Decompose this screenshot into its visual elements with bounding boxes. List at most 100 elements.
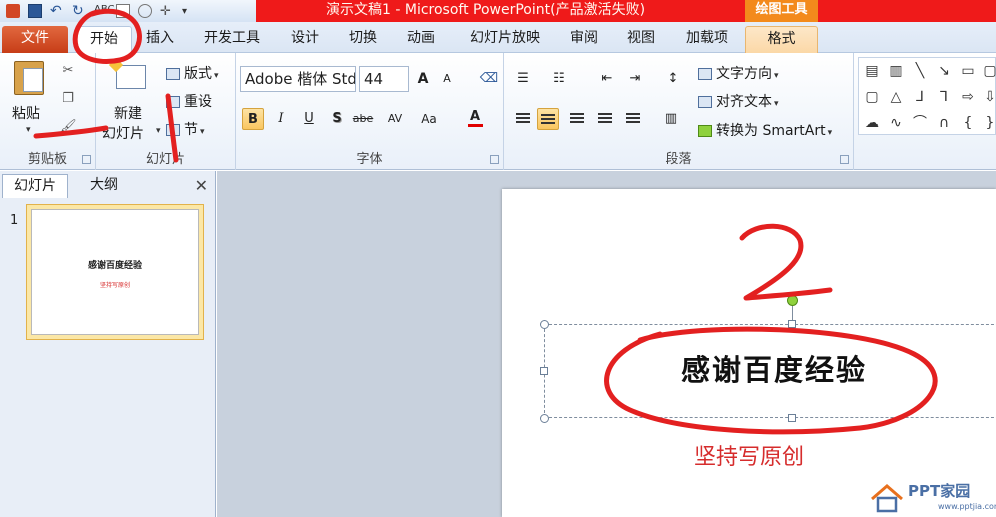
tab-outline-view[interactable]: 大纲 xyxy=(72,174,136,198)
print-preview-icon[interactable] xyxy=(116,4,130,18)
font-launcher-icon[interactable] xyxy=(490,155,499,164)
resize-handle-top-left[interactable] xyxy=(540,320,549,329)
arrow-line-shape-icon[interactable]: ↘ xyxy=(935,62,953,80)
tab-developer[interactable]: 开发工具 xyxy=(193,26,271,53)
numbering-icon[interactable]: ☷ xyxy=(548,68,570,90)
strikethrough-button[interactable]: abe xyxy=(352,108,374,130)
bold-button[interactable]: B xyxy=(242,108,264,130)
tab-home[interactable]: 开始 xyxy=(76,26,132,53)
cloud-shape-icon[interactable]: ☁ xyxy=(863,114,881,132)
paste-icon[interactable] xyxy=(14,61,44,95)
arc-shape-icon[interactable]: ⌒ xyxy=(911,114,929,132)
paste-dropdown-icon[interactable]: ▾ xyxy=(26,125,31,135)
right-arrow-shape-icon[interactable]: ⇨ xyxy=(959,88,977,106)
new-slide-icon[interactable] xyxy=(116,65,146,89)
resize-handle-bottom[interactable] xyxy=(788,414,796,422)
elbow-connector-2-shape-icon[interactable]: ⅂ xyxy=(935,88,953,106)
change-case-button[interactable]: Aa xyxy=(418,108,440,130)
curve-shape-icon[interactable]: ∩ xyxy=(935,114,953,132)
decrease-indent-icon[interactable]: ⇤ xyxy=(596,68,618,90)
customize-qat-icon[interactable]: ▾ xyxy=(182,6,187,17)
copy-icon[interactable]: ❐ xyxy=(60,91,76,107)
tab-file[interactable]: 文件 xyxy=(2,26,68,53)
slide-thumbnail[interactable]: 感谢百度经验 坚持写原创 xyxy=(31,209,199,335)
powerpoint-logo-icon[interactable] xyxy=(6,4,20,18)
title-bar: ↶ ↻ ABC ✛ ▾ 演示文稿1 - Microsoft PowerPoint… xyxy=(0,0,996,22)
down-arrow-shape-icon[interactable]: ⇩ xyxy=(981,88,996,106)
undo-icon[interactable]: ↶ xyxy=(50,4,64,18)
section-button[interactable]: 节 ▾ xyxy=(166,119,205,139)
paste-button[interactable]: 粘贴 xyxy=(12,103,40,123)
align-left-icon[interactable] xyxy=(512,108,534,130)
tab-view[interactable]: 视图 xyxy=(618,26,664,53)
textbox-shape-icon[interactable]: ▤ xyxy=(863,62,881,80)
circle-tool-icon[interactable] xyxy=(138,4,152,18)
shadow-button[interactable]: S xyxy=(326,108,348,130)
char-spacing-button[interactable]: AV xyxy=(384,108,406,130)
title-selection-box[interactable] xyxy=(544,324,996,418)
thumbnail-subtitle: 坚持写原创 xyxy=(99,282,130,289)
bullets-icon[interactable]: ☰ xyxy=(512,68,534,90)
tab-addins[interactable]: 加载项 xyxy=(677,26,737,53)
tab-format[interactable]: 格式 xyxy=(745,26,818,53)
triangle-shape-icon[interactable]: △ xyxy=(887,88,905,106)
increase-indent-icon[interactable]: ⇥ xyxy=(624,68,646,90)
reset-button[interactable]: 重设 xyxy=(166,91,212,111)
vertical-textbox-shape-icon[interactable]: ▥ xyxy=(887,62,905,80)
align-center-icon[interactable] xyxy=(537,108,559,130)
close-panel-icon[interactable]: ✕ xyxy=(195,176,208,195)
resize-handle-top[interactable] xyxy=(788,320,796,328)
slide-subtitle-text[interactable]: 坚持写原创 xyxy=(502,439,996,471)
line-shape-icon[interactable]: ╲ xyxy=(911,62,929,80)
slide-thumbnail-selected[interactable]: 感谢百度经验 坚持写原创 xyxy=(26,204,204,340)
tab-insert[interactable]: 插入 xyxy=(137,26,183,53)
font-color-button[interactable]: A xyxy=(464,106,486,128)
tab-animations[interactable]: 动画 xyxy=(398,26,444,53)
save-icon[interactable] xyxy=(28,4,42,18)
justify-icon[interactable] xyxy=(594,108,616,130)
text-direction-button[interactable]: 文字方向 ▾ xyxy=(698,63,779,83)
columns-icon[interactable]: ▥ xyxy=(660,108,682,130)
resize-handle-left[interactable] xyxy=(540,367,548,375)
distributed-icon[interactable] xyxy=(622,108,644,130)
clipboard-launcher-icon[interactable] xyxy=(82,155,91,164)
cut-icon[interactable]: ✂ xyxy=(60,63,76,79)
left-brace-shape-icon[interactable]: { xyxy=(959,114,977,132)
shapes-gallery[interactable]: ▤ ▥ ╲ ↘ ▭ ▢ ▢ △ ⅃ ⅂ ⇨ ⇩ ☁ ∿ ⌒ ∩ { } xyxy=(858,57,996,135)
rectangle-shape-icon[interactable]: ▭ xyxy=(959,62,977,80)
new-slide-dropdown-icon[interactable]: ▾ xyxy=(156,126,161,136)
align-text-button[interactable]: 对齐文本 ▾ xyxy=(698,91,779,111)
new-slide-label-1[interactable]: 新建 xyxy=(114,103,142,123)
rounded-rectangle-shape-icon[interactable]: ▢ xyxy=(863,88,881,106)
italic-button[interactable]: I xyxy=(270,108,292,130)
font-size-select[interactable]: 44 xyxy=(359,66,409,92)
new-slide-label-2[interactable]: 幻灯片 xyxy=(102,123,144,143)
rotate-handle[interactable] xyxy=(787,295,798,306)
tab-slideshow[interactable]: 幻灯片放映 xyxy=(458,26,552,53)
spelling-icon[interactable]: ABC xyxy=(94,4,115,18)
shape-tool-icon[interactable]: ✛ xyxy=(160,4,174,19)
underline-button[interactable]: U xyxy=(298,108,320,130)
rounded-rect-shape-icon[interactable]: ▢ xyxy=(981,62,996,80)
clear-format-icon[interactable]: ⌫ xyxy=(478,68,500,90)
tab-review[interactable]: 审阅 xyxy=(561,26,607,53)
paragraph-group: ☰ ☷ ⇤ ⇥ ↕ ▥ 文字方向 ▾ 对齐文本 ▾ 转换为 SmartArt ▾ 段落 xyxy=(504,53,854,170)
right-brace-shape-icon[interactable]: } xyxy=(981,114,996,132)
font-name-select[interactable]: Adobe 楷体 Std R xyxy=(240,66,356,92)
slide-canvas[interactable]: 感谢百度经验 坚持写原创 xyxy=(502,189,996,517)
align-right-icon[interactable] xyxy=(566,108,588,130)
line-spacing-icon[interactable]: ↕ xyxy=(662,68,684,90)
elbow-connector-shape-icon[interactable]: ⅃ xyxy=(911,88,929,106)
tab-design[interactable]: 设计 xyxy=(282,26,328,53)
resize-handle-bottom-left[interactable] xyxy=(540,414,549,423)
grow-font-button[interactable]: A xyxy=(412,68,434,90)
paragraph-launcher-icon[interactable] xyxy=(840,155,849,164)
redo-icon[interactable]: ↻ xyxy=(72,4,86,18)
layout-button[interactable]: 版式 ▾ xyxy=(166,63,219,83)
freeform-shape-icon[interactable]: ∿ xyxy=(887,114,905,132)
format-painter-icon[interactable]: 🖌 xyxy=(60,119,77,135)
smartart-button[interactable]: 转换为 SmartArt ▾ xyxy=(698,120,832,140)
tab-slides-view[interactable]: 幻灯片 xyxy=(2,174,68,198)
tab-transitions[interactable]: 切换 xyxy=(340,26,386,53)
shrink-font-button[interactable]: A xyxy=(436,68,458,90)
